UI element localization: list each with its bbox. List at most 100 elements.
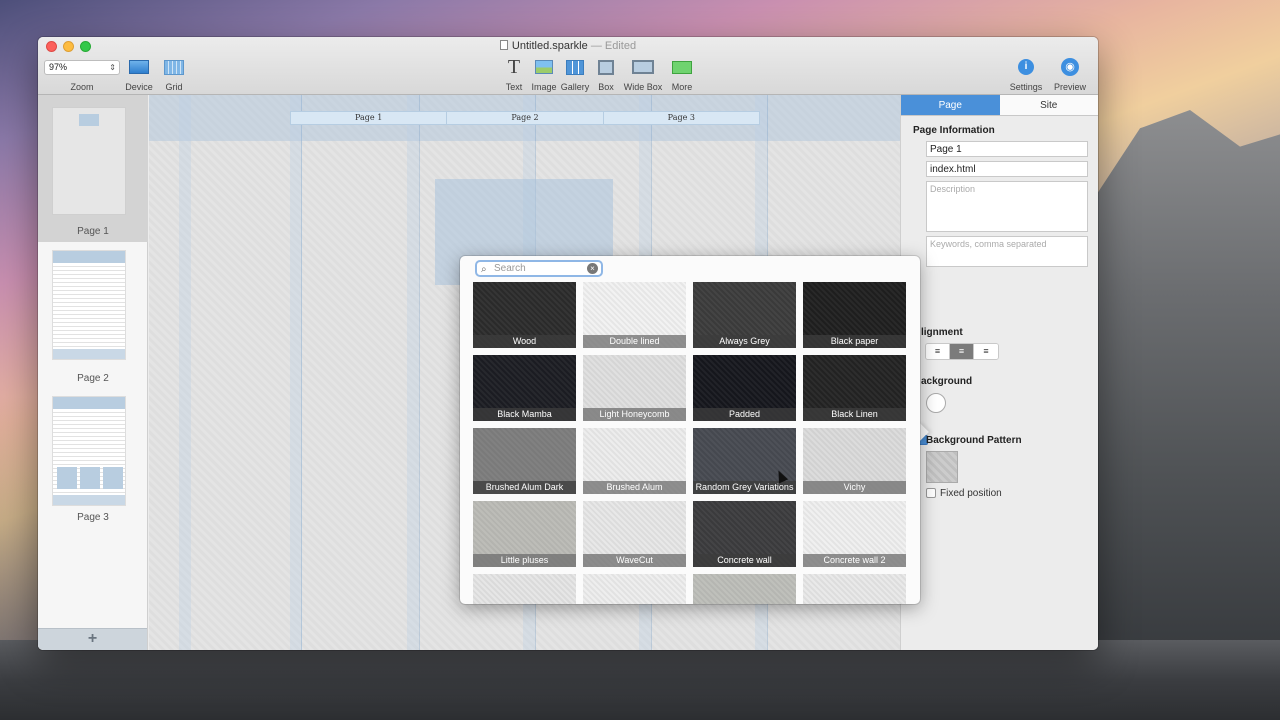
pattern-tile[interactable]: Black paper <box>803 282 906 348</box>
nav-item[interactable]: Page 3 <box>604 112 759 124</box>
wide-box-label: Wide Box <box>623 82 663 92</box>
column-guide <box>179 95 191 650</box>
page-thumbnail <box>52 107 126 215</box>
page-file-field[interactable]: index.html <box>926 161 1088 177</box>
pattern-tile[interactable]: Brushed Alum Dark <box>473 428 576 494</box>
thumb-box <box>79 114 99 126</box>
page-item-2[interactable]: Page 2 <box>38 242 148 388</box>
pattern-popover: ⌕ Search × Wood Double lined Always Grey Bl… <box>460 256 920 604</box>
pattern-tile[interactable] <box>693 574 796 604</box>
tab-site[interactable]: Site <box>999 95 1098 115</box>
pattern-tile[interactable]: Black Mamba <box>473 355 576 421</box>
keywords-field[interactable]: Keywords, comma separated <box>926 236 1088 267</box>
page-item-1[interactable]: Page 1 <box>38 95 148 242</box>
column-guide <box>407 95 419 650</box>
nav-item[interactable]: Page 2 <box>447 112 604 124</box>
pattern-name: Concrete wall <box>693 554 796 567</box>
pattern-tile[interactable] <box>803 574 906 604</box>
pattern-tile[interactable]: Black Linen <box>803 355 906 421</box>
wide-box-button[interactable]: Wide Box <box>623 57 663 92</box>
pages-sidebar: Page 1 Page 2 Page 3 + <box>38 95 148 650</box>
add-page-button[interactable]: + <box>38 628 147 650</box>
search-placeholder: Search <box>494 263 526 274</box>
pattern-tile[interactable]: Double lined <box>583 282 686 348</box>
edited-indicator: — Edited <box>590 40 637 52</box>
pattern-name: Random Grey Variations <box>693 481 796 494</box>
eye-icon: ◉ <box>1061 58 1079 76</box>
toolbar: Untitled.sparkle — Edited 97% ⇕ Zoom Dev… <box>38 37 1098 95</box>
search-icon: ⌕ <box>481 264 487 275</box>
fixed-position-checkbox[interactable] <box>926 488 936 498</box>
device-button[interactable]: Device <box>119 57 159 92</box>
pattern-name: Little pluses <box>473 554 576 567</box>
background-pattern-label: Background Pattern <box>926 435 1022 446</box>
preview-button[interactable]: ◉ Preview <box>1050 57 1090 92</box>
inspector-tabs: Page Site <box>901 95 1098 116</box>
pattern-name: Light Honeycomb <box>583 408 686 421</box>
page-name-field[interactable]: Page 1 <box>926 141 1088 157</box>
pattern-tile[interactable]: Little pluses <box>473 501 576 567</box>
description-field[interactable]: Description <box>926 181 1088 232</box>
page-label: Page 1 <box>77 226 109 237</box>
nav-item[interactable]: Page 1 <box>291 112 448 124</box>
preview-label: Preview <box>1053 82 1086 92</box>
pattern-tile[interactable]: Padded <box>693 355 796 421</box>
pattern-name: Wood <box>473 335 576 348</box>
desktop-mountain <box>1080 110 1280 720</box>
zoom-select[interactable]: 97% ⇕ <box>44 60 120 75</box>
zoom-stepper-icon: ⇕ <box>109 63 116 72</box>
box-button[interactable]: Box <box>586 57 626 92</box>
pattern-tile[interactable]: Brushed Alum <box>583 428 686 494</box>
grid-button[interactable]: Grid <box>154 57 194 92</box>
clear-search-icon[interactable]: × <box>587 263 598 274</box>
wide-box-icon <box>632 60 654 74</box>
pattern-name: Brushed Alum Dark <box>473 481 576 494</box>
thumb-gallery-1 <box>57 467 77 489</box>
pattern-tile[interactable]: Vichy <box>803 428 906 494</box>
info-icon: i <box>1018 59 1034 75</box>
thumb-header <box>53 251 125 263</box>
settings-label: Settings <box>1009 82 1043 92</box>
pattern-search-input[interactable]: ⌕ Search × <box>475 260 603 277</box>
grid-label: Grid <box>165 82 183 92</box>
pattern-name: Brushed Alum <box>583 481 686 494</box>
pattern-tile[interactable]: WaveCut <box>583 501 686 567</box>
pattern-tile[interactable]: Random Grey Variations <box>693 428 796 494</box>
pattern-name: Black Mamba <box>473 408 576 421</box>
thumb-footer <box>53 349 125 359</box>
more-label: More <box>671 82 693 92</box>
tab-page[interactable]: Page <box>901 95 1000 115</box>
align-center-button[interactable]: ≡ <box>950 344 974 359</box>
page-thumbnail <box>52 396 126 506</box>
more-button[interactable]: More <box>662 57 702 92</box>
align-right-button[interactable]: ≡ <box>974 344 998 359</box>
background-color-well[interactable] <box>926 393 946 413</box>
background-pattern-well[interactable] <box>926 451 958 483</box>
box-label: Box <box>598 82 614 92</box>
canvas-nav-menu[interactable]: Page 1 Page 2 Page 3 <box>290 111 760 125</box>
pattern-tile[interactable]: Concrete wall 2 <box>803 501 906 567</box>
pattern-tile[interactable] <box>583 574 686 604</box>
page-item-3[interactable]: Page 3 <box>38 388 148 534</box>
align-left-button[interactable]: ≡ <box>926 344 950 359</box>
pattern-name: Double lined <box>583 335 686 348</box>
zoom-value: 97% <box>49 62 68 72</box>
fixed-position-label: Fixed position <box>940 488 1002 499</box>
guide-line <box>301 95 302 650</box>
pattern-name: Black paper <box>803 335 906 348</box>
pattern-tile[interactable]: Concrete wall <box>693 501 796 567</box>
pattern-name: Vichy <box>803 481 906 494</box>
settings-button[interactable]: i Settings <box>1006 57 1046 92</box>
pattern-tile[interactable]: Light Honeycomb <box>583 355 686 421</box>
pattern-tile[interactable]: Wood <box>473 282 576 348</box>
document-icon <box>499 40 508 50</box>
text-icon: T <box>507 56 521 78</box>
pattern-name: Concrete wall 2 <box>803 554 906 567</box>
alignment-control: ≡ ≡ ≡ <box>925 343 999 360</box>
device-label: Device <box>125 82 153 92</box>
doc-title-text: Untitled.sparkle <box>511 40 588 52</box>
pattern-tile[interactable]: Always Grey <box>693 282 796 348</box>
pattern-tile[interactable] <box>473 574 576 604</box>
thumb-gallery-3 <box>103 467 123 489</box>
pattern-name: WaveCut <box>583 554 686 567</box>
